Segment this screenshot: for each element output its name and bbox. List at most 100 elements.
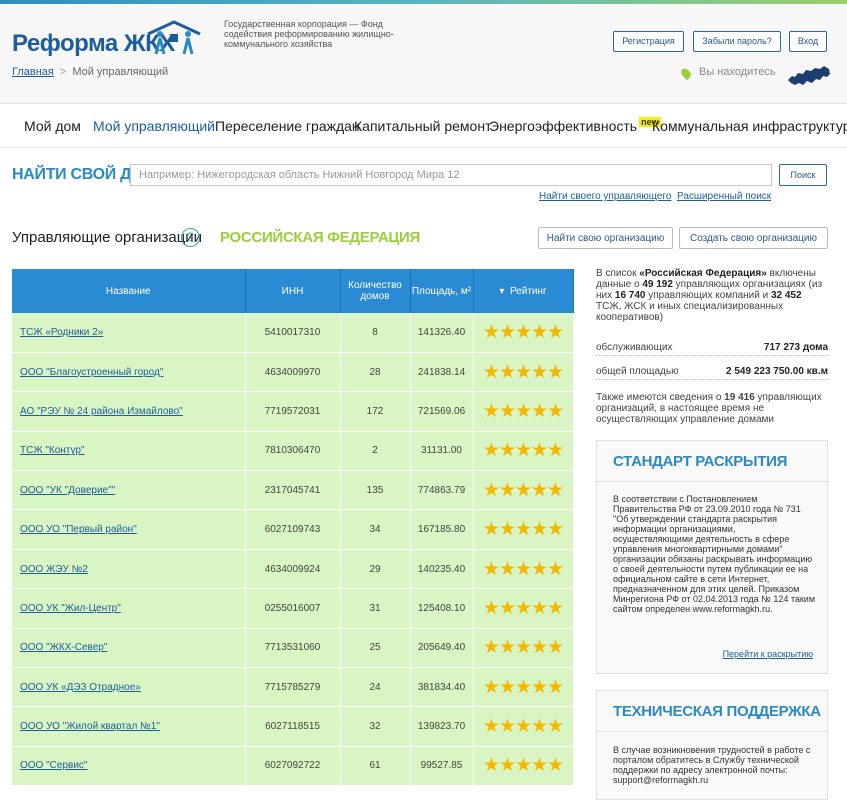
forgot-password-button[interactable]: Забыли пароль? — [693, 31, 781, 52]
nav-item-energy-label: Энергоэффективность — [489, 118, 638, 134]
disclosure-standard-box: СТАНДАРТ РАСКРЫТИЯ В соответствии с Пост… — [596, 440, 828, 674]
nav-item-capital-repair[interactable]: Капитальный ремонт — [354, 118, 491, 134]
search-button[interactable]: Поиск — [779, 164, 827, 186]
org-link[interactable]: ООО "ЖКХ-Север" — [20, 642, 107, 653]
table-row: ООО УО "Первый район" 6027109743 34 167185.… — [12, 509, 574, 550]
cell-rating: ★★★★★ — [473, 588, 574, 629]
org-link[interactable]: ООО УО "Первый район" — [20, 524, 137, 535]
org-link[interactable]: ООО УК «ДЭЗ Отрадное» — [20, 682, 141, 693]
cell-rating: ★★★★★ — [473, 706, 574, 747]
summary-total: 49 192 — [642, 279, 673, 290]
cell-area: 167185.80 — [410, 509, 474, 550]
cell-houses: 34 — [340, 509, 411, 550]
cell-area: 125408.10 — [410, 588, 474, 629]
cell-rating: ★★★★★ — [473, 313, 574, 353]
cell-rating: ★★★★★ — [473, 470, 574, 511]
rating-stars-icon: ★★★★★ — [482, 558, 564, 580]
cell-inn: 7713531060 — [245, 628, 341, 669]
breadcrumb: Главная > Мой управляющий — [12, 66, 168, 78]
cell-rating: ★★★★★ — [473, 549, 574, 590]
cell-name: ТСЖ «Родники 2» — [12, 313, 246, 353]
cell-area: 99527.85 — [410, 746, 474, 787]
org-link[interactable]: ТСЖ "Контур" — [20, 445, 85, 456]
rating-stars-icon: ★★★★★ — [482, 321, 564, 343]
search-input[interactable] — [130, 164, 772, 186]
support-text: В случае возникновения трудностей в рабо… — [613, 745, 811, 785]
org-link[interactable]: ООО УК "Жил-Центр" — [20, 603, 121, 614]
org-link[interactable]: ООО "Сервис" — [20, 760, 87, 771]
nav-item-utilities[interactable]: Коммунальная инфраструктура — [652, 118, 847, 134]
cell-houses: 135 — [340, 470, 411, 511]
find-manager-link[interactable]: Найти своего управляющего — [539, 191, 671, 202]
cell-name: ТСЖ "Контур" — [12, 431, 246, 472]
cell-name: ООО "ЖКХ-Север" — [12, 628, 246, 669]
create-org-button[interactable]: Создать свою организацию — [679, 227, 828, 249]
note-count: 19 416 — [724, 392, 755, 403]
advanced-search-link[interactable]: Расширенный поиск — [677, 191, 771, 202]
cell-name: ООО УО "Первый район" — [12, 509, 246, 550]
summary-tsj-count: 32 452 — [770, 290, 802, 301]
disclosure-title: СТАНДАРТ РАСКРЫТИЯ — [613, 453, 788, 470]
house-people-icon — [147, 20, 201, 55]
column-name[interactable]: Название — [12, 269, 246, 313]
cell-rating: ★★★★★ — [473, 431, 574, 472]
org-link[interactable]: ООО "Благоустроенный город" — [20, 367, 163, 378]
table-row: ООО ЖЭУ №2 4634009924 29 140235.40 ★★★★★ — [12, 549, 574, 590]
cell-area: 140235.40 — [410, 549, 474, 590]
cell-area: 721569.06 — [410, 391, 474, 432]
section-title: Управляющие организации — [12, 229, 203, 246]
cell-houses: 172 — [340, 391, 411, 432]
table-header-row: Название ИНН Количество домов Площадь, м… — [12, 269, 574, 313]
help-icon[interactable]: ? — [181, 228, 200, 247]
cell-inn: 6027118515 — [245, 706, 341, 747]
russia-map-icon[interactable] — [787, 64, 831, 88]
region-name[interactable]: РОССИЙСКАЯ ФЕДЕРАЦИЯ — [220, 229, 420, 246]
served-label: обслуживающих — [596, 342, 673, 353]
nav-item-my-house[interactable]: Мой дом — [24, 118, 81, 134]
org-link[interactable]: ТСЖ «Родники 2» — [20, 327, 103, 338]
nav-item-resettlement[interactable]: Переселение граждан — [215, 118, 360, 134]
nav-item-energy-efficiency[interactable]: Энергоэффективность new — [489, 117, 661, 134]
column-area[interactable]: Площадь, м² — [410, 269, 474, 313]
cell-area: 205649.40 — [410, 628, 474, 669]
rating-stars-icon: ★★★★★ — [482, 637, 564, 659]
tech-support-box: ТЕХНИЧЕСКАЯ ПОДДЕРЖКА В случае возникнов… — [596, 690, 828, 800]
support-title: ТЕХНИЧЕСКАЯ ПОДДЕРЖКА — [613, 703, 821, 720]
cell-houses: 32 — [340, 706, 411, 747]
table-row: ТСЖ "Контур" 7810306470 2 31131.00 ★★★★★ — [12, 431, 574, 472]
column-inn[interactable]: ИНН — [245, 269, 341, 313]
table-row: ООО УО "Жилой квартал №1" 6027118515 32 139… — [12, 706, 574, 747]
rating-stars-icon: ★★★★★ — [482, 440, 564, 462]
nav-item-my-manager[interactable]: Мой управляющий — [93, 118, 215, 134]
go-to-disclosure-link[interactable]: Перейти к раскрытию — [723, 649, 813, 659]
login-button[interactable]: Вход — [789, 31, 827, 52]
cell-name: ООО ЖЭУ №2 — [12, 549, 246, 590]
cell-rating: ★★★★★ — [473, 352, 574, 393]
org-link[interactable]: ООО "УК "Доверие"" — [20, 485, 115, 496]
cell-area: 139823.70 — [410, 706, 474, 747]
cell-area: 241838.14 — [410, 352, 474, 393]
cell-name: ООО "Сервис" — [12, 746, 246, 787]
find-org-button[interactable]: Найти свою организацию — [538, 227, 673, 249]
breadcrumb-home-link[interactable]: Главная — [12, 66, 54, 78]
total-area-row: общей площадью 2 549 223 750.00 кв.м — [596, 366, 828, 380]
cell-name: ООО УО "Жилой квартал №1" — [12, 706, 246, 747]
column-rating[interactable]: ▾ Рейтинг — [473, 269, 574, 313]
org-link[interactable]: АО "РЭУ № 24 района Измайлово" — [20, 406, 183, 417]
cell-area: 381834.40 — [410, 667, 474, 708]
org-link[interactable]: ООО ЖЭУ №2 — [20, 564, 88, 575]
cell-houses: 29 — [340, 549, 411, 590]
cell-houses: 25 — [340, 628, 411, 669]
cell-name: ООО "УК "Доверие"" — [12, 470, 246, 511]
cell-rating: ★★★★★ — [473, 746, 574, 787]
column-houses[interactable]: Количество домов — [340, 269, 411, 313]
column-rating-label: Рейтинг — [509, 285, 547, 297]
sort-desc-icon: ▾ — [499, 285, 505, 297]
cell-rating: ★★★★★ — [473, 509, 574, 550]
org-description: Государственная корпорация — Фонд содейс… — [224, 19, 394, 49]
register-button[interactable]: Регистрация — [613, 31, 684, 52]
site-header: Реформа ЖКХ Государственная корпорация —… — [0, 4, 847, 104]
cell-houses: 28 — [340, 352, 411, 393]
org-link[interactable]: ООО УО "Жилой квартал №1" — [20, 721, 160, 732]
cell-name: АО "РЭУ № 24 района Измайлово" — [12, 391, 246, 432]
